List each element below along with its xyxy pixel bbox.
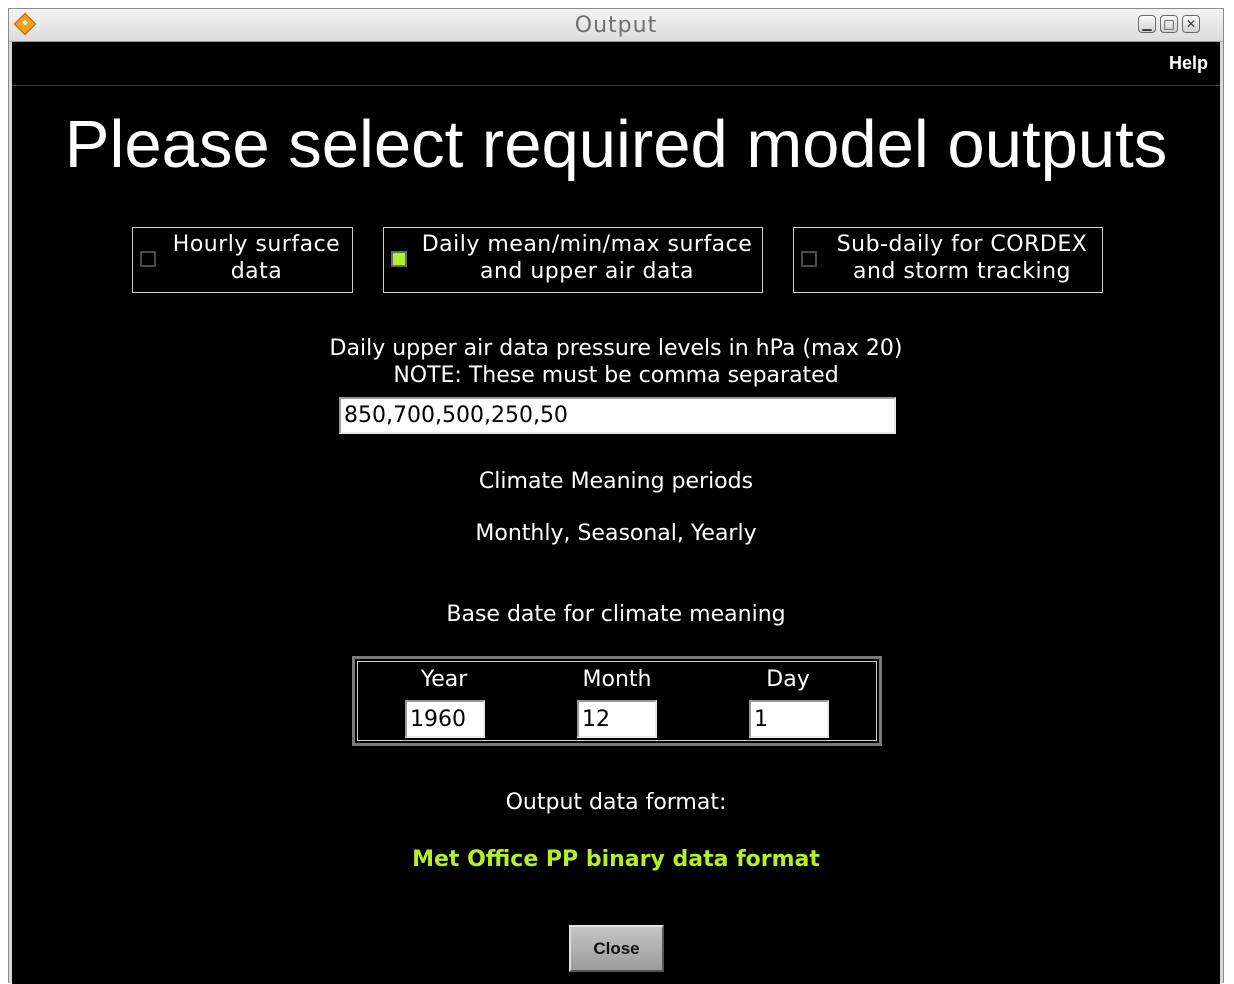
month-input[interactable]: [577, 700, 657, 738]
title-bar[interactable]: Output ▁ □ ✕: [9, 9, 1223, 42]
daily-mean-checkbox[interactable]: [391, 251, 407, 267]
sub-daily-checkbox[interactable]: [801, 251, 817, 267]
option-sub-daily-cordex[interactable]: Sub-daily for CORDEX and storm tracking: [793, 227, 1103, 293]
day-label: Day: [766, 667, 810, 692]
menu-bar: Help: [12, 42, 1220, 86]
hourly-surface-label: Hourly surface data: [172, 232, 341, 284]
output-format-value: Met Office PP binary data format: [412, 847, 820, 872]
minimize-icon[interactable]: ▁: [1138, 15, 1156, 33]
pressure-levels-label: Daily upper air data pressure levels in …: [329, 336, 903, 388]
window-title: Output: [574, 13, 658, 38]
content-area: Help Please select required model output…: [12, 42, 1220, 984]
base-date-group: Year Month Day: [352, 656, 882, 746]
climate-meaning-label: Climate Meaning periods: [478, 469, 754, 494]
output-window: Output ▁ □ ✕ Help Please select required…: [8, 8, 1224, 984]
climate-meaning-periods: Monthly, Seasonal, Yearly: [475, 521, 757, 546]
maximize-icon[interactable]: □: [1160, 15, 1178, 33]
help-menu[interactable]: Help: [1169, 53, 1208, 74]
pressure-levels-input[interactable]: [339, 397, 896, 434]
option-daily-mean[interactable]: Daily mean/min/max surface and upper air…: [383, 227, 763, 293]
month-label: Month: [582, 667, 652, 692]
day-input[interactable]: [749, 700, 829, 738]
output-format-label: Output data format:: [505, 790, 727, 815]
close-button[interactable]: Close: [569, 925, 664, 972]
base-date-label: Base date for climate meaning: [446, 602, 786, 627]
sub-daily-label: Sub-daily for CORDEX and storm tracking: [836, 232, 1088, 284]
option-hourly-surface[interactable]: Hourly surface data: [132, 227, 353, 293]
daily-mean-label: Daily mean/min/max surface and upper air…: [421, 232, 753, 284]
hourly-surface-checkbox[interactable]: [140, 251, 156, 267]
page-heading: Please select required model outputs: [64, 107, 1168, 182]
year-input[interactable]: [405, 700, 485, 738]
close-window-icon[interactable]: ✕: [1182, 15, 1200, 33]
year-label: Year: [420, 667, 468, 692]
